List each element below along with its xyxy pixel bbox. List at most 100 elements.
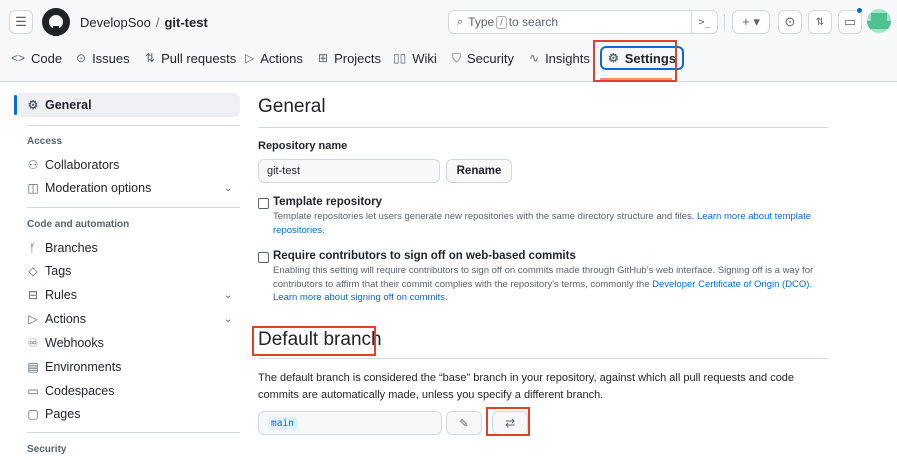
issue-opened-icon[interactable]: ⊙ [778, 10, 802, 34]
search-input[interactable]: ⌕ Type / to search >_ [448, 10, 718, 34]
template-desc-text: Template repositories let users generate… [273, 211, 695, 222]
sidebar-item-label: Webhooks [45, 336, 104, 350]
graph-icon: ∿ [529, 51, 540, 65]
sidebar-item-pages[interactable]: ▢ Pages [27, 407, 80, 421]
hamburger-icon[interactable]: ☰ [9, 10, 33, 34]
settings-sidebar: ⚙ General Access ⚇ Collaborators ◫ Moder… [0, 82, 250, 460]
template-repository-desc: Template repositories let users generate… [273, 210, 833, 237]
breadcrumb: DevelopSoo / git-test [80, 15, 208, 30]
tab-label: Projects [334, 50, 382, 66]
tab-projects[interactable]: ⊞ Projects [318, 44, 381, 72]
default-branch-divider [258, 358, 828, 359]
sidebar-heading-security: Security [27, 444, 67, 455]
signoff-learn-more-link[interactable]: Learn more about signing off on commits. [273, 292, 448, 303]
signoff-checkbox[interactable] [258, 252, 269, 263]
default-branch-field: main [258, 411, 442, 435]
table-icon: ⊞ [318, 51, 329, 65]
branch-name-tag: main [267, 416, 298, 430]
sidebar-item-label: Moderation options [45, 181, 152, 195]
book-icon: ▯▯ [393, 51, 407, 65]
tab-insights[interactable]: ∿ Insights [529, 44, 590, 72]
tab-label: Wiki [412, 50, 437, 66]
chevron-down-icon[interactable]: ⌄ [224, 183, 232, 194]
sidebar-item-actions[interactable]: ▷ Actions [27, 312, 86, 326]
browser-icon: ▢ [27, 407, 39, 421]
template-repository-title: Template repository [273, 196, 383, 208]
plus-icon[interactable]: + ▾ [732, 10, 770, 34]
rename-button[interactable]: Rename [446, 159, 512, 183]
gear-icon: ⚙ [27, 98, 39, 112]
sidebar-item-branches[interactable]: ᚶ Branches [27, 241, 97, 255]
template-repository-checkbox[interactable] [258, 198, 269, 209]
people-icon: ⚇ [27, 158, 39, 172]
tag-icon: ◇ [28, 264, 38, 278]
search-prefix: Type [468, 15, 495, 29]
chevron-down-icon[interactable]: ⌄ [224, 314, 232, 325]
repo-header: ☰ DevelopSoo / git-test ⌕ Type / to sear… [0, 0, 897, 82]
play-icon: ▷ [28, 312, 38, 326]
sidebar-item-label: General [45, 98, 92, 112]
sidebar-divider [27, 125, 240, 126]
tab-issues[interactable]: ⊙ Issues [76, 44, 130, 72]
search-slash-key: / [496, 15, 507, 29]
sidebar-divider [27, 432, 240, 433]
top-bar: ☰ DevelopSoo / git-test ⌕ Type / to sear… [0, 0, 897, 44]
page-title: General [258, 96, 326, 117]
sidebar-item-general-content[interactable]: ⚙ General [27, 98, 92, 112]
active-tab-underline [600, 78, 672, 80]
git-pull-request-icon: ⇅ [145, 51, 156, 65]
tab-security[interactable]: ⛉ Security [452, 44, 514, 72]
comment-icon: ◫ [27, 181, 39, 195]
tab-label: Issues [92, 50, 130, 66]
gear-icon: ⚙ [608, 51, 619, 65]
signoff-desc: Enabling this setting will require contr… [273, 264, 833, 305]
search-icon: ⌕ [457, 15, 464, 28]
tab-pull-requests[interactable]: ⇅ Pull requests [145, 44, 236, 72]
sidebar-item-rules[interactable]: ⊟ Rules [27, 288, 77, 302]
pencil-icon[interactable]: ✎ [446, 411, 482, 435]
signoff-title: Require contributors to sign off on web-… [273, 250, 576, 262]
code-icon: <> [11, 51, 26, 65]
tab-settings[interactable]: ⚙ Settings [600, 46, 685, 70]
issue-opened-icon: ⊙ [76, 51, 87, 65]
chevron-down-icon[interactable]: ⌄ [224, 290, 232, 301]
breadcrumb-owner[interactable]: DevelopSoo [80, 15, 151, 30]
github-logo[interactable] [42, 8, 70, 36]
repo-nav-tabs: <> Code ⊙ Issues ⇅ Pull requests ▷ Actio… [0, 44, 897, 82]
repo-name-input[interactable]: git-test [258, 159, 440, 183]
tab-actions[interactable]: ▷ Actions [245, 44, 303, 72]
sidebar-item-webhooks[interactable]: ♾ Webhooks [27, 336, 104, 350]
sidebar-item-label: Pages [45, 407, 81, 421]
sidebar-divider [27, 207, 240, 208]
default-branch-title: Default branch [258, 329, 382, 350]
sidebar-item-tags[interactable]: ◇ Tags [27, 264, 71, 278]
git-branch-icon: ᚶ [29, 241, 37, 255]
avatar[interactable] [867, 9, 891, 33]
arrow-switch-icon[interactable]: ⇄ [492, 411, 528, 435]
repo-name-label: Repository name [258, 140, 348, 152]
shield-icon: ⛉ [452, 50, 462, 65]
sidebar-item-moderation[interactable]: ◫ Moderation options [27, 181, 151, 195]
tab-wiki[interactable]: ▯▯ Wiki [393, 44, 437, 72]
play-icon: ▷ [245, 51, 255, 65]
tab-label: Actions [260, 50, 303, 66]
dco-link[interactable]: Developer Certificate of Origin (DCO). [652, 279, 812, 290]
server-icon: ▤ [27, 360, 39, 374]
notification-dot [856, 7, 863, 14]
sidebar-item-environments[interactable]: ▤ Environments [27, 360, 121, 374]
git-pull-request-icon[interactable]: ⇅ [808, 10, 832, 34]
tab-label: Insights [545, 50, 590, 66]
sidebar-item-codespaces[interactable]: ▭ Codespaces [27, 384, 115, 398]
breadcrumb-repo[interactable]: git-test [164, 15, 207, 30]
default-branch-desc: The default branch is considered the “ba… [258, 372, 795, 401]
sidebar-item-collaborators[interactable]: ⚇ Collaborators [27, 158, 120, 172]
command-palette-icon[interactable]: >_ [691, 10, 717, 34]
header-divider [724, 14, 725, 30]
sidebar-item-label: Codespaces [45, 384, 115, 398]
sidebar-item-label: Tags [45, 264, 72, 278]
webhook-icon: ♾ [27, 336, 39, 350]
sidebar-item-label: Environments [45, 360, 122, 374]
sidebar-heading-code: Code and automation [27, 219, 130, 230]
tab-code[interactable]: <> Code [11, 44, 62, 72]
sidebar-item-label: Collaborators [45, 158, 120, 172]
